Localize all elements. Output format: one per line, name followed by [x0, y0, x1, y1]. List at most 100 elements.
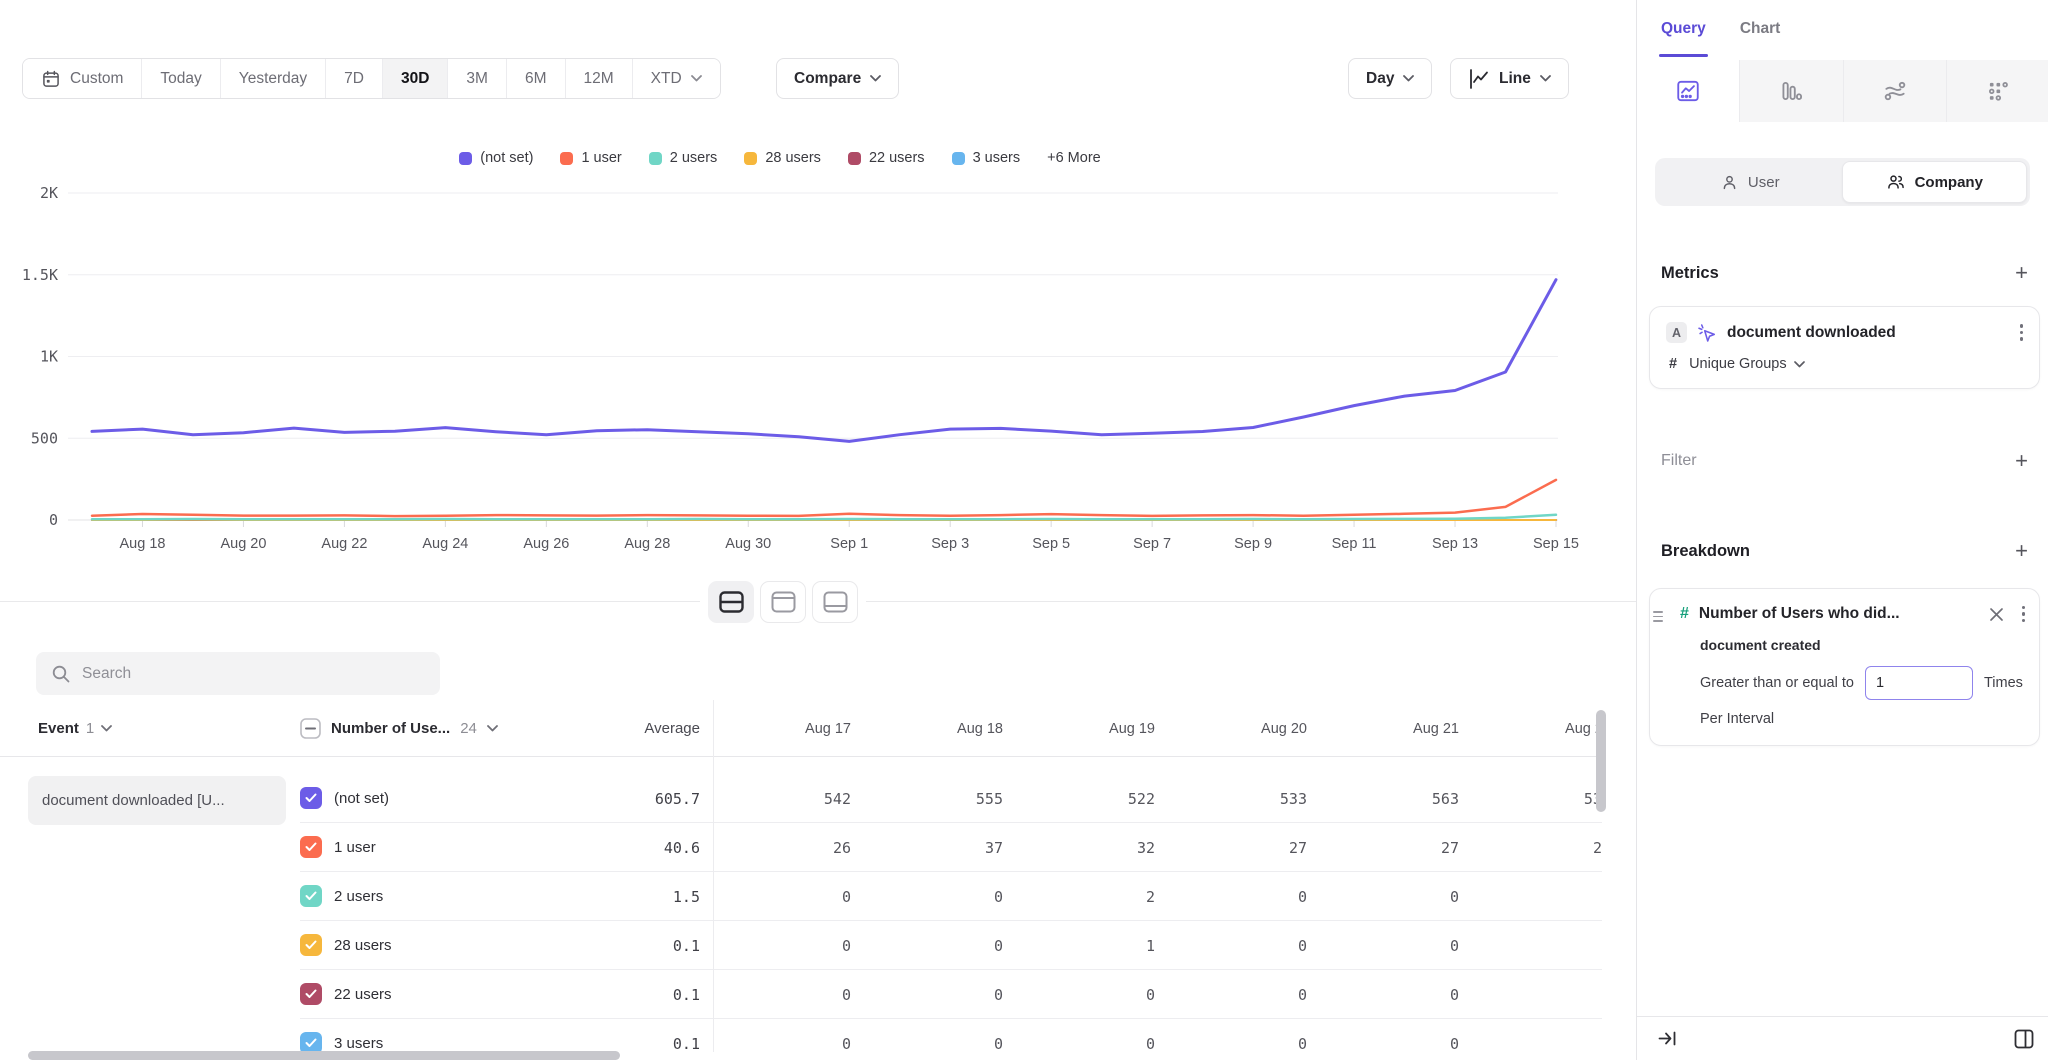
search-icon: [51, 664, 70, 683]
series-column-header[interactable]: Number of Use... 24: [300, 700, 498, 757]
range-12m[interactable]: 12M: [565, 59, 632, 98]
chart-type-label: Line: [1499, 70, 1531, 88]
column-divider: [713, 700, 714, 1052]
collapse-panel-icon[interactable]: [1657, 1028, 1678, 1049]
chevron-down-icon: [870, 75, 881, 82]
breakdown-section-header: Breakdown +: [1661, 540, 2028, 562]
bottom-panel-view-icon: [823, 591, 848, 613]
range-yesterday[interactable]: Yesterday: [220, 59, 325, 98]
range-today[interactable]: Today: [141, 59, 219, 98]
average-column-header[interactable]: Average: [520, 700, 700, 757]
range-custom[interactable]: Custom: [23, 59, 141, 98]
cell-value: 0: [865, 921, 1017, 970]
series-checkbox[interactable]: [300, 983, 322, 1005]
horizontal-scrollbar[interactable]: [28, 1051, 620, 1060]
cell-value: 27: [1169, 823, 1321, 872]
breakdown-title: Number of Users who did...: [1699, 605, 1979, 623]
cell-value: 2: [1017, 872, 1169, 921]
indeterminate-checkbox[interactable]: [300, 718, 321, 739]
x-axis-tick: Sep 11: [1332, 536, 1377, 552]
series-checkbox[interactable]: [300, 836, 322, 858]
x-axis-tick: Aug 26: [523, 536, 569, 552]
stream-chart-tab[interactable]: [1844, 60, 1947, 122]
add-filter-button[interactable]: +: [2015, 450, 2028, 472]
split-view-icon: [719, 591, 744, 613]
panel-footer: [1637, 1016, 2048, 1060]
metric-menu-icon[interactable]: [2020, 324, 2024, 341]
event-row-label[interactable]: document downloaded [U...: [28, 776, 286, 825]
range-30d[interactable]: 30D: [382, 59, 447, 98]
table-header-row: Event 1 Number of Use... 24 Average Aug …: [0, 700, 1602, 757]
cell-value: 542: [713, 774, 865, 823]
grid-chart-tab[interactable]: [1947, 60, 2048, 122]
table-row: 22 users0.1000000: [0, 970, 1602, 1019]
cell-value: 28: [1473, 823, 1602, 872]
cell-value: 533: [1169, 774, 1321, 823]
search-box[interactable]: [36, 652, 440, 695]
cell-value: 1: [1017, 921, 1169, 970]
search-input[interactable]: [82, 665, 402, 683]
y-axis-tick: 500: [31, 429, 58, 447]
average-value: 40.6: [520, 823, 700, 872]
series-label: 28 users: [334, 921, 392, 970]
range-6m[interactable]: 6M: [506, 59, 565, 98]
calendar-icon: [41, 69, 61, 89]
cell-value: 0: [1473, 921, 1602, 970]
date-range-group: CustomTodayYesterday7D30D3M6M12MXTD: [22, 58, 721, 99]
chevron-down-icon: [1540, 75, 1551, 82]
add-breakdown-button[interactable]: +: [2015, 540, 2028, 562]
vertical-scrollbar[interactable]: [1596, 710, 1606, 812]
table-only-view-button[interactable]: [812, 581, 858, 623]
average-value: 0.1: [520, 970, 700, 1019]
breakdown-unit: Times: [1984, 675, 2023, 691]
breakdown-heading: Breakdown: [1661, 542, 1750, 561]
event-column-header[interactable]: Event 1: [38, 700, 112, 757]
split-view-button[interactable]: [708, 581, 754, 623]
tab-chart[interactable]: Chart: [1740, 0, 1780, 58]
cell-value: 0: [865, 970, 1017, 1019]
x-axis-tick: Sep 15: [1533, 536, 1579, 552]
breakdown-menu-icon[interactable]: [2022, 606, 2026, 623]
range-7d[interactable]: 7D: [325, 59, 382, 98]
table-row: 2 users1.5002000: [0, 872, 1602, 921]
range-3m[interactable]: 3M: [447, 59, 506, 98]
entity-toggle: User Company: [1655, 158, 2030, 206]
toggle-company[interactable]: Company: [1842, 161, 2028, 203]
line-chart[interactable]: 05001K1.5K2KAug 18Aug 20Aug 22Aug 24Aug …: [0, 140, 1636, 580]
chart-type-dropdown[interactable]: Line: [1450, 58, 1569, 99]
range-xtd[interactable]: XTD: [632, 59, 720, 98]
cell-value: 563: [1321, 774, 1473, 823]
series-checkbox[interactable]: [300, 885, 322, 907]
close-icon[interactable]: [1989, 607, 2004, 622]
series-checkbox[interactable]: [300, 934, 322, 956]
panel-toggle-icon[interactable]: [2012, 1027, 2036, 1051]
cell-value: 0: [1473, 970, 1602, 1019]
line-chart-tab[interactable]: [1637, 60, 1740, 122]
cell-value: 0: [713, 970, 865, 1019]
grid-chart-icon: [1985, 78, 2011, 104]
measure-dropdown[interactable]: Unique Groups: [1689, 356, 1805, 372]
user-icon: [1720, 173, 1739, 192]
date-column-header: Aug 17: [713, 700, 865, 757]
tab-query[interactable]: Query: [1661, 0, 1706, 58]
chevron-down-icon: [691, 75, 702, 82]
x-axis-tick: Aug 22: [321, 536, 367, 552]
add-metric-button[interactable]: +: [2015, 262, 2028, 284]
date-column-header: Aug 18: [865, 700, 1017, 757]
interval-dropdown[interactable]: Day: [1348, 58, 1432, 99]
cell-value: 0: [1169, 921, 1321, 970]
company-icon: [1886, 172, 1906, 192]
compare-button[interactable]: Compare: [776, 58, 899, 99]
breakdown-card[interactable]: # Number of Users who did... document cr…: [1649, 588, 2040, 746]
series-checkbox[interactable]: [300, 787, 322, 809]
cell-value: 0: [1321, 970, 1473, 1019]
metric-card[interactable]: A document downloaded # Unique Groups: [1649, 306, 2040, 389]
toggle-user[interactable]: User: [1658, 161, 1842, 203]
chart-only-view-button[interactable]: [760, 581, 806, 623]
drag-handle-icon[interactable]: [1653, 611, 1663, 622]
bar-chart-tab[interactable]: [1740, 60, 1843, 122]
series-label: 2 users: [334, 872, 383, 921]
breakdown-value-input[interactable]: [1865, 666, 1973, 700]
cell-value: 0: [1321, 1019, 1473, 1060]
number-type-icon: #: [1669, 356, 1677, 372]
